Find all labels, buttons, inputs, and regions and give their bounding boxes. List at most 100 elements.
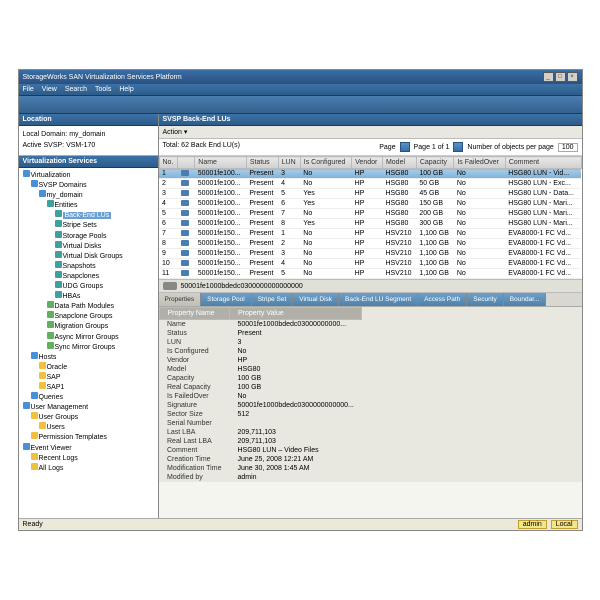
table-row[interactable]: 1150001fe150...Present5NoHPHSV2101,100 G… [159,269,581,279]
tree-item[interactable]: Users [21,422,156,432]
tree-icon [39,190,46,197]
table-row[interactable]: 850001fe150...Present2NoHPHSV2101,100 GB… [159,239,581,249]
tree-label: Migration Groups [55,323,109,330]
status-user: admin [518,520,547,529]
tree-item[interactable]: Virtualization [21,170,156,180]
tree-label: Sync Mirror Groups [55,344,116,351]
col-header[interactable]: Vendor [352,157,383,169]
tab-security[interactable]: Security [467,293,503,306]
tree-item[interactable]: Queries [21,392,156,402]
nav-tree[interactable]: VirtualizationSVSP Domainsmy_domainEntit… [19,168,158,518]
tab-boundar-[interactable]: Boundar... [504,293,547,306]
objects-value: 100 [558,143,578,152]
lun-icon [181,260,189,266]
table-row[interactable]: 350001fe100...Present5YesHPHSG8045 GBNoH… [159,189,581,199]
tree-item[interactable]: Async Mirror Groups [21,332,156,342]
tab-back-end-lu-segment[interactable]: Back-End LU Segment [339,293,418,306]
tree-item[interactable]: SAP1 [21,382,156,392]
minimize-button[interactable]: _ [543,72,554,82]
table-row[interactable]: 950001fe150...Present3NoHPHSV2101,100 GB… [159,249,581,259]
tree-label: User Management [31,404,89,411]
col-header[interactable]: Is Configured [300,157,351,169]
tree-label: Async Mirror Groups [55,334,119,341]
menu-tools[interactable]: Tools [95,86,111,93]
tree-item[interactable]: Virtual Disks [21,241,156,251]
tree-label: HBAs [63,293,81,300]
tree-item[interactable]: Snapclone Groups [21,311,156,321]
tree-item[interactable]: Stripe Sets [21,220,156,230]
table-row[interactable]: 250001fe100...Present4NoHPHSG8050 GBNoHS… [159,179,581,189]
tree-item[interactable]: Storage Pools [21,231,156,241]
tree-label: SAP [47,374,61,381]
lun-grid[interactable]: No. NameStatusLUNIs ConfiguredVendorModel… [159,156,582,279]
tree-item[interactable]: User Groups [21,412,156,422]
col-header[interactable]: Is FailedOver [454,157,505,169]
menu-view[interactable]: View [42,86,57,93]
col-header[interactable]: Model [382,157,416,169]
lun-icon [181,200,189,206]
tree-item[interactable]: Sync Mirror Groups [21,342,156,352]
tab-access-path[interactable]: Access Path [418,293,467,306]
close-button[interactable]: × [567,72,578,82]
menu-search[interactable]: Search [65,86,87,93]
col-header[interactable]: No. [159,157,178,169]
col-header[interactable]: Comment [505,157,581,169]
tree-item[interactable]: Data Path Modules [21,301,156,311]
maximize-button[interactable]: □ [555,72,566,82]
tree-label: Snapshots [63,263,96,270]
tree-item[interactable]: Back-End LUs [21,210,156,220]
table-row[interactable]: 750001fe150...Present1NoHPHSV2101,100 GB… [159,229,581,239]
tab-stripe-set[interactable]: Stripe Set [252,293,294,306]
tree-item[interactable]: All Logs [21,463,156,473]
tree-item[interactable]: Snapclones [21,271,156,281]
col-header[interactable] [178,157,195,169]
menu-file[interactable]: File [23,86,34,93]
tree-item[interactable]: Entities [21,200,156,210]
tree-item[interactable]: Recent Logs [21,453,156,463]
tree-item[interactable]: Event Viewer [21,443,156,453]
tree-icon [55,210,62,217]
page-last-button[interactable] [453,142,463,152]
col-header[interactable]: Name [195,157,247,169]
tab-properties[interactable]: Properties [159,293,202,306]
tree-icon [23,170,30,177]
table-row[interactable]: 650001fe100...Present8YesHPHSG80300 GBNo… [159,219,581,229]
tree-item[interactable]: UDG Groups [21,281,156,291]
tree-icon [23,402,30,409]
table-row[interactable]: 550001fe100...Present7NoHPHSG80200 GBNoH… [159,209,581,219]
menu-help[interactable]: Help [119,86,133,93]
tree-item[interactable]: HBAs [21,291,156,301]
tab-storage-pool[interactable]: Storage Pool [201,293,252,306]
tree-item[interactable]: Permission Templates [21,432,156,442]
tree-label: Stripe Sets [63,222,97,229]
table-row[interactable]: 150001fe100...Present3NoHPHSG80100 GBNoH… [159,169,581,179]
tree-item[interactable]: Snapshots [21,261,156,271]
tree-icon [55,261,62,268]
page-first-button[interactable] [400,142,410,152]
status-local: Local [551,520,578,529]
tree-item[interactable]: Oracle [21,362,156,372]
tree-icon [47,301,54,308]
property-row: ModelHSG80 [159,365,362,374]
tree-item[interactable]: Virtual Disk Groups [21,251,156,261]
tree-item[interactable]: Hosts [21,352,156,362]
tree-item[interactable]: User Management [21,402,156,412]
tree-item[interactable]: SVSP Domains [21,180,156,190]
status-text: Ready [23,521,43,528]
tree-icon [39,422,46,429]
table-row[interactable]: 1050001fe150...Present4NoHPHSV2101,100 G… [159,259,581,269]
tab-virtual-disk[interactable]: Virtual Disk [293,293,339,306]
col-header[interactable]: Capacity [416,157,454,169]
tree-item[interactable]: Migration Groups [21,321,156,331]
main-header: SVSP Back-End LUs [159,114,582,126]
table-row[interactable]: 450001fe100...Present6YesHPHSG80150 GBNo… [159,199,581,209]
col-header[interactable]: Status [246,157,278,169]
tree-icon [55,220,62,227]
col-header[interactable]: LUN [278,157,300,169]
tree-label: Event Viewer [31,445,72,452]
tree-item[interactable]: my_domain [21,190,156,200]
tree-item[interactable]: SAP [21,372,156,382]
tree-icon [47,342,54,349]
tree-label: All Logs [39,465,64,472]
action-menu[interactable]: Action ▾ [163,129,188,136]
